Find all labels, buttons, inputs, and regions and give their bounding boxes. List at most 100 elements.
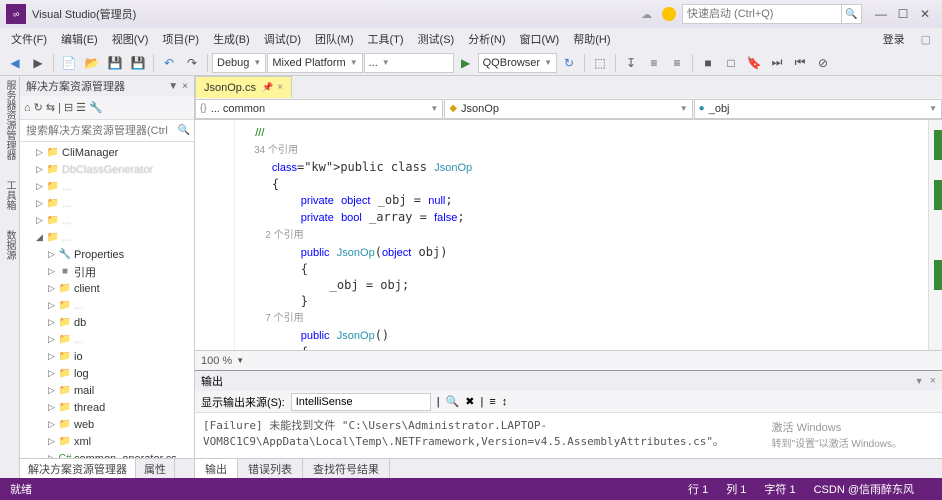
- run-icon[interactable]: ▶: [455, 52, 477, 74]
- menu-edit[interactable]: 编辑(E): [54, 29, 105, 49]
- menu-view[interactable]: 视图(V): [105, 29, 156, 49]
- cloud-icon[interactable]: ☁: [641, 8, 652, 21]
- tree-node[interactable]: ▷📁client: [20, 280, 194, 297]
- platform-selector[interactable]: Mixed Platform▼: [267, 53, 362, 73]
- menu-analyze[interactable]: 分析(N): [461, 29, 512, 49]
- tree-node[interactable]: ▷📁...: [20, 297, 194, 314]
- tree-node[interactable]: ▷📁xml: [20, 433, 194, 450]
- new-project-icon[interactable]: 📄: [58, 52, 80, 74]
- minimize-button[interactable]: —: [870, 5, 892, 23]
- undo-icon[interactable]: ↶: [158, 52, 180, 74]
- outdent-icon[interactable]: ≡: [666, 52, 688, 74]
- sol-properties-icon[interactable]: 🔧: [89, 101, 103, 114]
- tree-node[interactable]: ▷📁web: [20, 416, 194, 433]
- tab-close-icon[interactable]: ×: [277, 82, 283, 93]
- toolbox-tab[interactable]: 工具箱: [2, 180, 17, 210]
- sol-collapse-icon[interactable]: ⊟: [64, 101, 73, 114]
- namespace-selector[interactable]: {}... common▼: [195, 99, 443, 119]
- sol-showall-icon[interactable]: ☰: [76, 101, 86, 114]
- output-clear-icon[interactable]: ✖: [465, 395, 474, 408]
- indent-icon[interactable]: ≡: [643, 52, 665, 74]
- datasource-tab[interactable]: 数据源: [2, 230, 17, 260]
- bookmark-prev-icon[interactable]: ⏮: [789, 52, 811, 74]
- solution-tab[interactable]: 解决方案资源管理器: [20, 459, 136, 478]
- quick-launch-search-icon[interactable]: 🔍: [842, 4, 862, 24]
- menu-help[interactable]: 帮助(H): [566, 29, 617, 49]
- menu-tools[interactable]: 工具(T): [361, 29, 411, 49]
- solution-search-input[interactable]: [20, 125, 174, 137]
- bottom-tab-errors[interactable]: 错误列表: [238, 459, 303, 479]
- properties-tab[interactable]: 属性: [136, 459, 175, 478]
- menu-project[interactable]: 项目(P): [155, 29, 206, 49]
- pin-icon[interactable]: 📌: [262, 82, 273, 93]
- save-icon[interactable]: 💾: [104, 52, 126, 74]
- quick-launch-input[interactable]: [682, 4, 842, 24]
- document-tab[interactable]: JsonOp.cs 📌 ×: [195, 76, 292, 98]
- nav-back-icon[interactable]: ◀: [4, 52, 26, 74]
- solution-tree[interactable]: ▷📁CliManager▷📁DbClassGenerator▷📁...▷📁...…: [20, 142, 194, 458]
- sol-refresh-icon[interactable]: ↻: [34, 101, 43, 114]
- output-source-selector[interactable]: IntelliSense: [291, 393, 431, 411]
- browser-selector[interactable]: QQBrowser▼: [478, 53, 557, 73]
- target-selector[interactable]: ...▼: [364, 53, 454, 73]
- output-body[interactable]: [Failure] 未能找到文件 "C:\Users\Administrator…: [195, 413, 942, 458]
- menu-debug[interactable]: 调试(D): [257, 29, 308, 49]
- sol-sync-icon[interactable]: ⇆: [46, 101, 55, 114]
- refresh-icon[interactable]: ↻: [558, 52, 580, 74]
- menu-test[interactable]: 测试(S): [411, 29, 462, 49]
- tree-node[interactable]: ▷📁...: [20, 178, 194, 195]
- solution-close-icon[interactable]: ×: [182, 81, 188, 92]
- output-scroll-icon[interactable]: ↕: [502, 396, 508, 408]
- open-icon[interactable]: 📂: [81, 52, 103, 74]
- tree-node[interactable]: ▷📁CliManager: [20, 144, 194, 161]
- tree-node[interactable]: ▷📁DbClassGenerator: [20, 161, 194, 178]
- tree-node[interactable]: ▷📁mail: [20, 382, 194, 399]
- comment-icon[interactable]: ■: [697, 52, 719, 74]
- save-all-icon[interactable]: 💾: [127, 52, 149, 74]
- bookmark-icon[interactable]: 🔖: [743, 52, 765, 74]
- login-avatar-icon[interactable]: ▢: [914, 31, 938, 48]
- tree-node[interactable]: ▷📁...: [20, 212, 194, 229]
- bottom-tab-output[interactable]: 输出: [195, 459, 238, 479]
- menu-window[interactable]: 窗口(W): [513, 29, 567, 49]
- notification-icon[interactable]: [662, 7, 676, 21]
- output-find-icon[interactable]: 🔍: [446, 395, 460, 408]
- server-explorer-tab[interactable]: 服务器资源管理器: [2, 80, 17, 160]
- maximize-button[interactable]: ☐: [892, 5, 914, 23]
- output-wrap-icon[interactable]: ≡: [489, 396, 495, 408]
- login-button[interactable]: 登录: [876, 29, 912, 49]
- code-editor[interactable]: /// 34 个引用 class="kw">public class JsonO…: [195, 120, 942, 350]
- bookmark-next-icon[interactable]: ⏭: [766, 52, 788, 74]
- zoom-selector[interactable]: 100 %: [201, 355, 232, 367]
- tool-icon[interactable]: ⬚: [589, 52, 611, 74]
- sol-home-icon[interactable]: ⌂: [24, 102, 31, 114]
- step-icon[interactable]: ↧: [620, 52, 642, 74]
- solution-dropdown-icon[interactable]: ▼: [168, 81, 178, 92]
- close-button[interactable]: ✕: [914, 5, 936, 23]
- bookmark-clear-icon[interactable]: ⊘: [812, 52, 834, 74]
- redo-icon[interactable]: ↷: [181, 52, 203, 74]
- tree-node[interactable]: ▷📁io: [20, 348, 194, 365]
- nav-forward-icon[interactable]: ▶: [27, 52, 49, 74]
- tree-node[interactable]: ▷📁db: [20, 314, 194, 331]
- tree-node[interactable]: ▷📁...: [20, 195, 194, 212]
- tree-node[interactable]: ▷📁...: [20, 331, 194, 348]
- class-selector[interactable]: ◆JsonOp▼: [444, 99, 692, 119]
- solution-search-icon[interactable]: 🔍: [174, 125, 194, 136]
- tree-node[interactable]: ▷🔧Properties: [20, 246, 194, 263]
- output-close-icon[interactable]: ×: [930, 375, 936, 387]
- uncomment-icon[interactable]: □: [720, 52, 742, 74]
- menu-build[interactable]: 生成(B): [206, 29, 257, 49]
- tree-node[interactable]: ◢📁...: [20, 229, 194, 246]
- tree-node[interactable]: ▷C#common_operator.cs: [20, 450, 194, 458]
- output-dropdown-icon[interactable]: ▼: [915, 376, 924, 386]
- output-source-label: 显示输出来源(S):: [201, 394, 285, 410]
- member-selector[interactable]: ●_obj▼: [694, 99, 942, 119]
- tree-node[interactable]: ▷📁thread: [20, 399, 194, 416]
- bottom-tab-symbols[interactable]: 查找符号结果: [303, 459, 390, 479]
- menu-file[interactable]: 文件(F): [4, 29, 54, 49]
- tree-node[interactable]: ▷📁log: [20, 365, 194, 382]
- menu-team[interactable]: 团队(M): [308, 29, 361, 49]
- config-selector[interactable]: Debug▼: [212, 53, 266, 73]
- tree-node[interactable]: ▷■引用: [20, 263, 194, 280]
